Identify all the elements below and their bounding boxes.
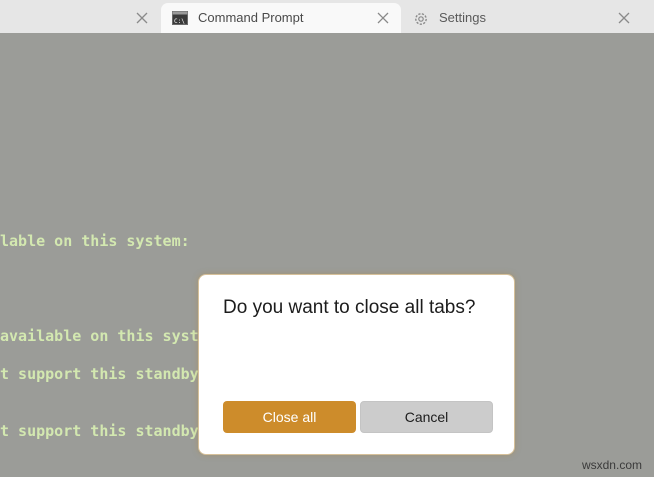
console-line: t support this standby bbox=[0, 365, 199, 383]
console-line: lable on this system: bbox=[0, 232, 190, 250]
watermark: wsxdn.com bbox=[581, 458, 642, 472]
close-all-button[interactable]: Close all bbox=[223, 401, 356, 433]
tab-command-prompt[interactable]: C:\ Command Prompt bbox=[161, 3, 401, 33]
close-tab-icon[interactable] bbox=[616, 10, 632, 26]
cancel-button[interactable]: Cancel bbox=[360, 401, 493, 433]
command-prompt-icon: C:\ bbox=[172, 11, 188, 25]
tab-bar: C:\ Command Prompt Settings bbox=[0, 0, 654, 33]
tab-previous[interactable] bbox=[0, 3, 160, 33]
console-line: t support this standby bbox=[0, 422, 199, 440]
tab-label: Command Prompt bbox=[198, 10, 304, 25]
dialog-title: Do you want to close all tabs? bbox=[223, 297, 476, 318]
tab-settings[interactable]: Settings bbox=[402, 3, 642, 33]
console-line: available on this syste bbox=[0, 327, 208, 345]
command-prompt-icon-text: C:\ bbox=[174, 18, 185, 25]
close-all-tabs-dialog: Do you want to close all tabs? Close all… bbox=[198, 274, 515, 455]
tab-label: Settings bbox=[439, 10, 486, 25]
close-tab-icon[interactable] bbox=[375, 10, 391, 26]
gear-icon bbox=[413, 11, 429, 25]
close-tab-icon[interactable] bbox=[134, 10, 150, 26]
